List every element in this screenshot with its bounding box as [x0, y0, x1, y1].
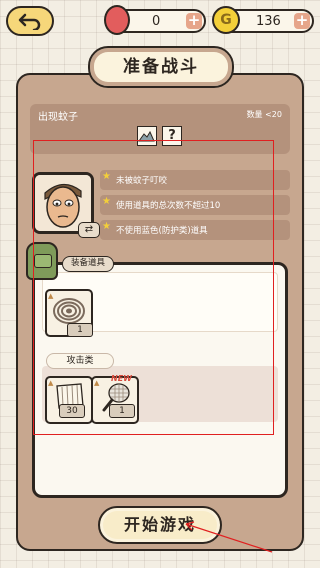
annotation-arrow: [185, 521, 273, 553]
